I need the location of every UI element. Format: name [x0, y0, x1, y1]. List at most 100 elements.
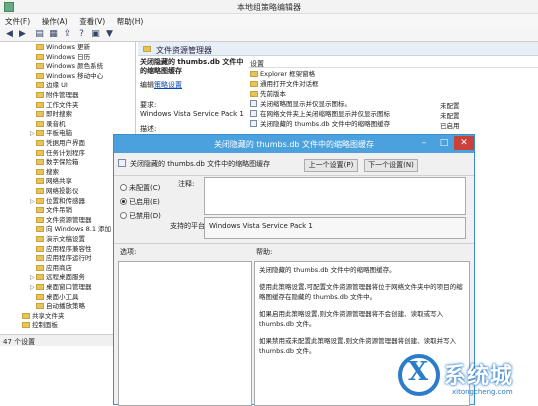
folder-icon	[36, 236, 44, 242]
comment-label: 注释:	[178, 180, 195, 188]
settings-row-label: 先前版本	[260, 90, 286, 98]
edit-policy-line: 编辑策略设置	[140, 80, 244, 90]
folder-icon	[36, 274, 44, 281]
tree-item-label: Windows 颜色系统	[46, 62, 104, 71]
folder-icon	[36, 207, 44, 214]
description-pane: 关闭隐藏的 thumbs.db 文件中的缩略图缓存 编辑策略设置 要求: Win…	[140, 58, 244, 138]
tree-item[interactable]: 附件管理器	[0, 91, 135, 100]
tree-item-label: 自动播放策略	[46, 302, 85, 311]
tree-item-label: 边缘 UI	[46, 81, 68, 90]
supported-platform-field: Windows Vista Service Pack 1	[204, 217, 466, 239]
toolbar: ◀ ▶ ▤ ▦ ⇪ ? ▣ ▼	[0, 27, 538, 42]
settings-row[interactable]: 先前版本	[250, 90, 286, 99]
tree-item[interactable]: Windows 日历	[0, 52, 135, 62]
help-paragraph: 如果启用此策略设置,则文件资源管理器将不会创建、读取或写入 thumbs.db …	[259, 310, 444, 328]
help-label: 帮助:	[256, 248, 273, 256]
settings-row[interactable]: Explorer 框架窗格	[250, 70, 315, 79]
settings-row-state: 未配置	[440, 112, 460, 120]
settings-row[interactable]: 通用打开文件对话框	[250, 80, 319, 89]
folder-icon	[250, 71, 258, 77]
folder-icon	[36, 111, 44, 118]
options-pane	[118, 261, 252, 406]
maximize-icon[interactable]: □	[434, 136, 454, 150]
tree-item-label: 凭据用户界面	[46, 139, 85, 147]
prev-setting-button[interactable]: 上一个设置(P)	[304, 159, 358, 172]
folder-icon	[36, 120, 44, 127]
folder-icon	[36, 101, 44, 108]
tree-item-label: 文件资源管理器	[46, 215, 92, 224]
next-setting-button[interactable]: 下一个设置(N)	[364, 159, 418, 172]
tree-item-label: 演示文稿设置	[46, 235, 85, 243]
tree-item[interactable]: Windows 更新	[0, 43, 135, 52]
tree-item-label: 即时搜索	[46, 110, 72, 119]
tree-item[interactable]: Windows 移动中心	[0, 72, 135, 81]
supported-platform-value: Windows Vista Service Pack 1	[209, 222, 313, 230]
tree-item-label: 网络投影仪	[46, 187, 79, 195]
watermark-logo: X 系统城 xitongcheng.com	[392, 350, 538, 405]
folder-icon	[36, 255, 44, 262]
tree-item-label: 桌面小工具	[46, 292, 79, 301]
requirements-label: 要求:	[140, 101, 157, 109]
close-icon[interactable]: ✕	[454, 136, 474, 150]
folder-icon	[36, 226, 44, 233]
watermark-name: 系统城	[444, 364, 514, 389]
section-header: 文件资源管理器	[138, 42, 538, 56]
tree-item[interactable]: Windows 颜色系统	[0, 62, 135, 71]
settings-row[interactable]: 关闭缩略图显示并仅显示图标。	[250, 100, 351, 109]
settings-row[interactable]: 在网络文件夹上关闭缩略图显示并仅显示图标	[250, 110, 390, 119]
folder-icon	[36, 159, 44, 166]
tree-item[interactable]: 即时搜索	[0, 110, 135, 119]
edit-prefix: 编辑	[140, 81, 154, 89]
tree-item[interactable]: 边缘 UI	[0, 81, 135, 90]
radio-disabled[interactable]: 已禁用(D)	[120, 211, 161, 221]
up-folder-icon[interactable]: ▤	[34, 29, 45, 40]
settings-row-label: 关闭隐藏的 thumbs.db 文件中的缩略图缓存	[260, 120, 391, 128]
filter-icon[interactable]: ▼	[104, 29, 115, 40]
radio-not-configured[interactable]: 未配置(C)	[120, 183, 160, 193]
help-icon[interactable]: ?	[76, 29, 87, 40]
options-label: 选项:	[120, 248, 137, 256]
folder-icon	[36, 140, 44, 146]
section-title: 文件资源管理器	[156, 46, 212, 55]
folder-icon	[36, 130, 44, 137]
help-paragraph: 关闭隐藏的 thumbs.db 文件中的缩略图缓存。	[259, 266, 396, 274]
policy-icon	[250, 120, 257, 127]
settings-row-label: 在网络文件夹上关闭缩略图显示并仅显示图标	[260, 110, 390, 118]
menu-view[interactable]: 查看(V)	[74, 14, 109, 27]
folder-icon	[36, 188, 44, 194]
tree-item-label: 平板电脑	[46, 129, 72, 138]
tree-item-label: 应用程序运行时	[46, 254, 92, 263]
tree-item-label: 工作文件夹	[46, 100, 79, 109]
folder-icon	[22, 322, 30, 329]
comment-field[interactable]	[204, 177, 466, 215]
settings-row-label: Explorer 框架窗格	[260, 70, 316, 78]
menu-file[interactable]: 文件(F)	[0, 14, 34, 27]
tree-item-label: 向 Windows 8.1 添加	[46, 225, 112, 234]
folder-icon	[36, 216, 44, 223]
minimize-icon[interactable]: –	[414, 136, 434, 150]
back-icon[interactable]: ◀	[4, 29, 15, 40]
menu-action[interactable]: 操作(A)	[37, 14, 72, 27]
settings-row[interactable]: 关闭隐藏的 thumbs.db 文件中的缩略图缓存	[250, 120, 390, 129]
divider	[114, 175, 474, 176]
tree-item-label: 应用商店	[46, 263, 72, 272]
folder-icon	[36, 178, 44, 185]
tree-item[interactable]: 工作文件夹	[0, 100, 135, 110]
folder-icon	[36, 284, 44, 290]
folder-icon	[36, 303, 44, 310]
radio-enabled[interactable]: 已启用(E)	[120, 197, 160, 207]
forward-icon[interactable]: ▶	[17, 29, 28, 40]
export-icon[interactable]: ⇪	[62, 29, 73, 40]
column-header[interactable]: 设置	[248, 58, 538, 68]
show-hide-tree-icon[interactable]: ▦	[48, 29, 59, 40]
tree-item[interactable]: 录音机	[0, 120, 135, 129]
edit-policy-link[interactable]: 策略设置	[154, 81, 182, 89]
radio-enabled-label: 已启用(E)	[129, 198, 160, 206]
menu-help[interactable]: 帮助(H)	[112, 14, 148, 27]
tree-item-label: Windows 日历	[46, 52, 91, 61]
properties-icon[interactable]: ▣	[90, 29, 101, 40]
column-setting[interactable]: 设置	[250, 59, 264, 69]
settings-row-state: 未配置	[440, 102, 460, 110]
settings-row-label: 关闭缩略图显示并仅显示图标。	[260, 100, 351, 108]
tree-item-label: 桌面窗口管理器	[46, 283, 92, 291]
